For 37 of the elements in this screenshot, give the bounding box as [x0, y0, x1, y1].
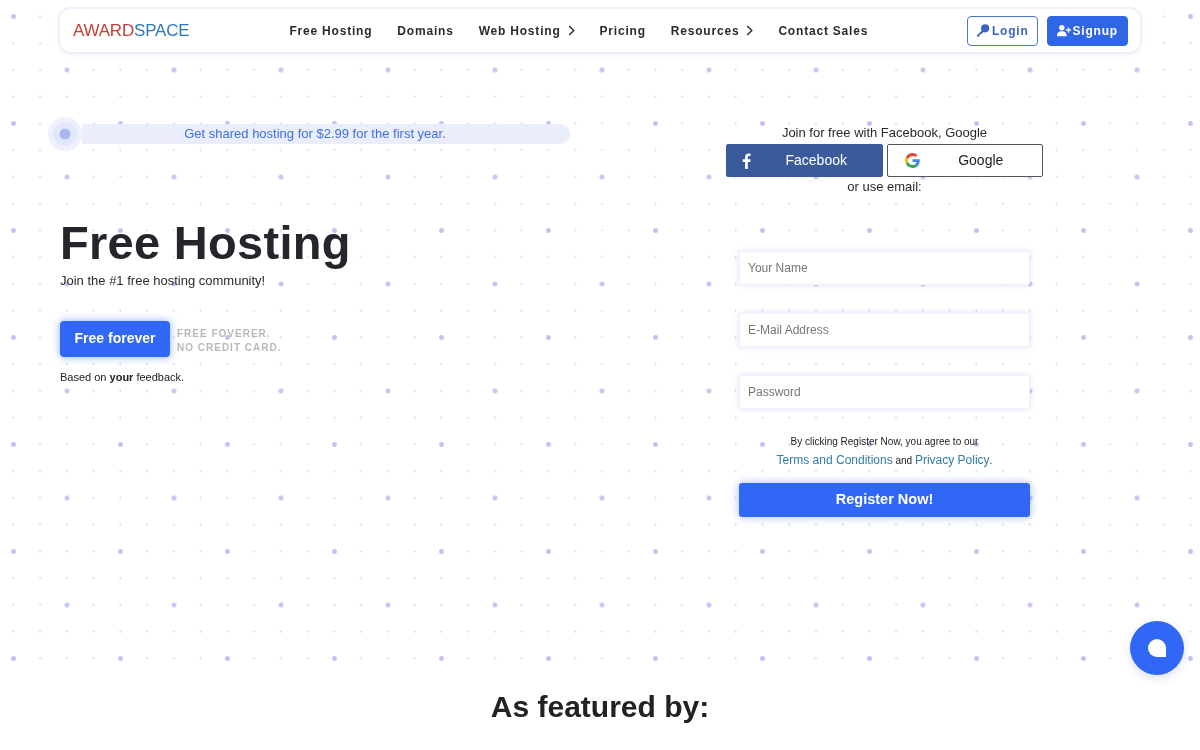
nav-link[interactable]: Resources — [670, 21, 754, 40]
nav-link[interactable]: Contact Sales — [778, 21, 869, 40]
free-forever-button[interactable]: Free forever — [60, 320, 170, 357]
chat-button[interactable] — [1130, 621, 1184, 675]
privacy-link[interactable]: Privacy Policy — [914, 453, 990, 467]
chat-bubble-icon — [1147, 638, 1167, 658]
logo[interactable]: AWARDSPACE — [73, 22, 190, 39]
terms-link[interactable]: Terms and Conditions — [776, 453, 893, 467]
nav-link[interactable]: Pricing — [599, 21, 646, 40]
nav-link[interactable]: Web Hosting — [478, 21, 575, 40]
nav-link[interactable]: Free Hosting — [289, 21, 373, 40]
social-intro-text: Join for free with Facebook, Google — [780, 124, 989, 142]
register-button[interactable]: Register Now! — [739, 483, 1030, 517]
nav-link[interactable]: Domains — [397, 21, 454, 40]
section-heading: As featured by: — [489, 689, 711, 725]
facebook-button[interactable]: Facebook — [726, 144, 883, 177]
login-button[interactable]: Login — [966, 15, 1038, 46]
input-field[interactable]: Your Name — [739, 251, 1030, 285]
input-field[interactable]: E-Mail Address — [739, 313, 1030, 347]
key-icon — [975, 24, 990, 37]
subtitle-text: Join the #1 free hosting community! — [60, 271, 267, 290]
user-plus-icon — [1056, 24, 1071, 37]
consent-text: By clicking Register Now, you agree to our Terms and Conditions and Privacy Policy. — [775, 435, 994, 469]
chevron-right-icon — [746, 25, 754, 36]
divider-text: or use email: — [846, 178, 923, 196]
feedback-text: Based on your feedback. — [60, 369, 186, 385]
input-field[interactable]: Password — [739, 375, 1030, 409]
promo-banner: Get shared hosting for $2.99 for the first year. — [82, 124, 570, 144]
note-text: FREE FOVERER. — [177, 326, 272, 341]
pulse-dot-icon — [48, 117, 82, 151]
signup-button[interactable]: Signup — [1046, 15, 1128, 46]
note-text: NO CREDIT CARD. — [177, 340, 282, 355]
page-title: Free Hosting — [60, 217, 352, 269]
chevron-right-icon — [567, 25, 575, 36]
facebook-icon — [742, 152, 751, 169]
google-icon — [904, 153, 920, 168]
google-button[interactable]: Google — [886, 144, 1043, 177]
